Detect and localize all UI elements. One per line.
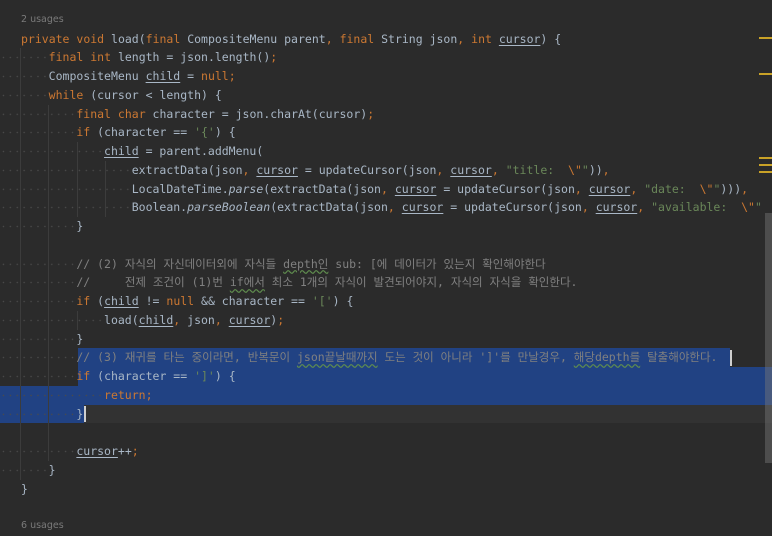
code-line[interactable]: if (character == ']') { (0, 367, 772, 386)
code-text: if (character == '{') { (76, 125, 236, 140)
code-text: LocalDateTime.parse(extractData(json, cu… (131, 181, 749, 196)
selection-edge-caret (730, 349, 732, 366)
warning-marker[interactable] (759, 157, 772, 159)
code-line[interactable]: } (0, 329, 772, 349)
code-line[interactable]: extractData(json, cursor = updateCursor(… (0, 160, 772, 180)
code-line[interactable]: CompositeMenu child = null; (0, 67, 772, 86)
warning-marker[interactable] (759, 164, 772, 166)
code-line[interactable]: child = parent.addMenu( (0, 142, 772, 161)
code-line[interactable]: load(child, json, cursor); (0, 310, 772, 330)
code-text: Boolean.parseBoolean(extractData(json, c… (131, 200, 762, 215)
indent-whitespace (0, 179, 132, 199)
warning-marker[interactable] (759, 37, 772, 39)
indent-whitespace (0, 273, 77, 293)
indent-whitespace (0, 442, 77, 461)
indent-whitespace (0, 348, 77, 368)
usages-inlay-top[interactable]: 2 usages (21, 11, 64, 30)
indent-whitespace (0, 85, 49, 105)
code-line[interactable] (0, 423, 772, 442)
code-line[interactable]: private void load(final CompositeMenu pa… (0, 30, 772, 49)
code-text: child = parent.addMenu( (104, 144, 264, 159)
code-text: return; (104, 387, 153, 402)
code-line[interactable]: Boolean.parseBoolean(extractData(json, c… (0, 198, 772, 218)
indent-whitespace (0, 160, 132, 180)
indent-whitespace (0, 367, 77, 386)
code-text: if (child != null && character == '[') { (76, 294, 354, 309)
indent-whitespace (0, 198, 132, 218)
code-text: if (character == ']') { (76, 369, 236, 384)
code-line[interactable] (0, 236, 772, 255)
code-line[interactable]: } (0, 217, 772, 236)
code-line[interactable]: // (3) 재귀를 타는 중이라면, 반복문이 json끝날때까지 도는 것이… (0, 348, 772, 368)
indent-whitespace (0, 104, 77, 124)
vertical-scrollbar-thumb[interactable] (765, 213, 772, 463)
code-text: } (76, 406, 84, 421)
code-text: extractData(json, cursor = updateCursor(… (131, 162, 610, 177)
indent-whitespace (0, 217, 77, 236)
code-text: // (2) 자식의 자신데이터외에 자식들 depth인 sub: [에 데이… (76, 256, 546, 271)
text-caret (84, 406, 86, 423)
code-text: // (3) 재귀를 타는 중이라면, 반복문이 json끝날때까지 도는 것이… (76, 350, 718, 365)
code-line[interactable]: } (0, 480, 772, 499)
indent-whitespace (0, 254, 77, 274)
code-line[interactable]: return; (0, 385, 772, 405)
code-text: } (21, 481, 28, 496)
code-text: CompositeMenu child = null; (48, 69, 236, 84)
indent-whitespace (0, 310, 105, 330)
code-text: } (76, 219, 84, 234)
code-line[interactable]: // 전제 조건이 (1)번 if에서 최소 1개의 자식이 발견되어야지, 자… (0, 273, 772, 293)
usages-inlay-bottom[interactable]: 6 usages (21, 517, 64, 536)
code-line[interactable]: LocalDateTime.parse(extractData(json, cu… (0, 179, 772, 199)
code-line[interactable]: final char character = json.charAt(curso… (0, 104, 772, 124)
indent-whitespace (0, 48, 49, 68)
indent-whitespace (0, 385, 105, 405)
code-line[interactable]: // (2) 자식의 자신데이터외에 자식들 depth인 sub: [에 데이… (0, 254, 772, 274)
code-text: private void load(final CompositeMenu pa… (21, 31, 562, 46)
code-line[interactable]: if (character == '{') { (0, 123, 772, 143)
warning-marker[interactable] (759, 171, 772, 173)
code-line[interactable]: if (child != null && character == '[') { (0, 292, 772, 311)
indent-whitespace (0, 329, 77, 349)
indent-whitespace (0, 67, 49, 86)
indent-whitespace (0, 123, 77, 143)
code-text: final char character = json.charAt(curso… (76, 106, 375, 121)
indent-whitespace (0, 292, 77, 311)
code-line[interactable]: cursor++; (0, 442, 772, 461)
code-text: load(child, json, cursor); (104, 312, 285, 327)
code-text: final int length = json.length(); (48, 50, 278, 65)
code-text: cursor++; (76, 444, 139, 459)
code-line[interactable]: } (0, 404, 772, 424)
indent-whitespace (0, 404, 77, 424)
indent-whitespace (0, 142, 105, 161)
code-text: // 전제 조건이 (1)번 if에서 최소 1개의 자식이 발견되어야지, 자… (76, 275, 578, 290)
code-line[interactable]: final int length = json.length(); (0, 48, 772, 68)
code-text: } (76, 331, 84, 346)
code-line[interactable]: while (cursor < length) { (0, 85, 772, 105)
indent-whitespace (0, 460, 49, 480)
warning-marker[interactable] (759, 73, 772, 75)
code-text: while (cursor < length) { (48, 87, 222, 102)
code-text: } (48, 462, 56, 477)
code-line[interactable]: } (0, 460, 772, 480)
